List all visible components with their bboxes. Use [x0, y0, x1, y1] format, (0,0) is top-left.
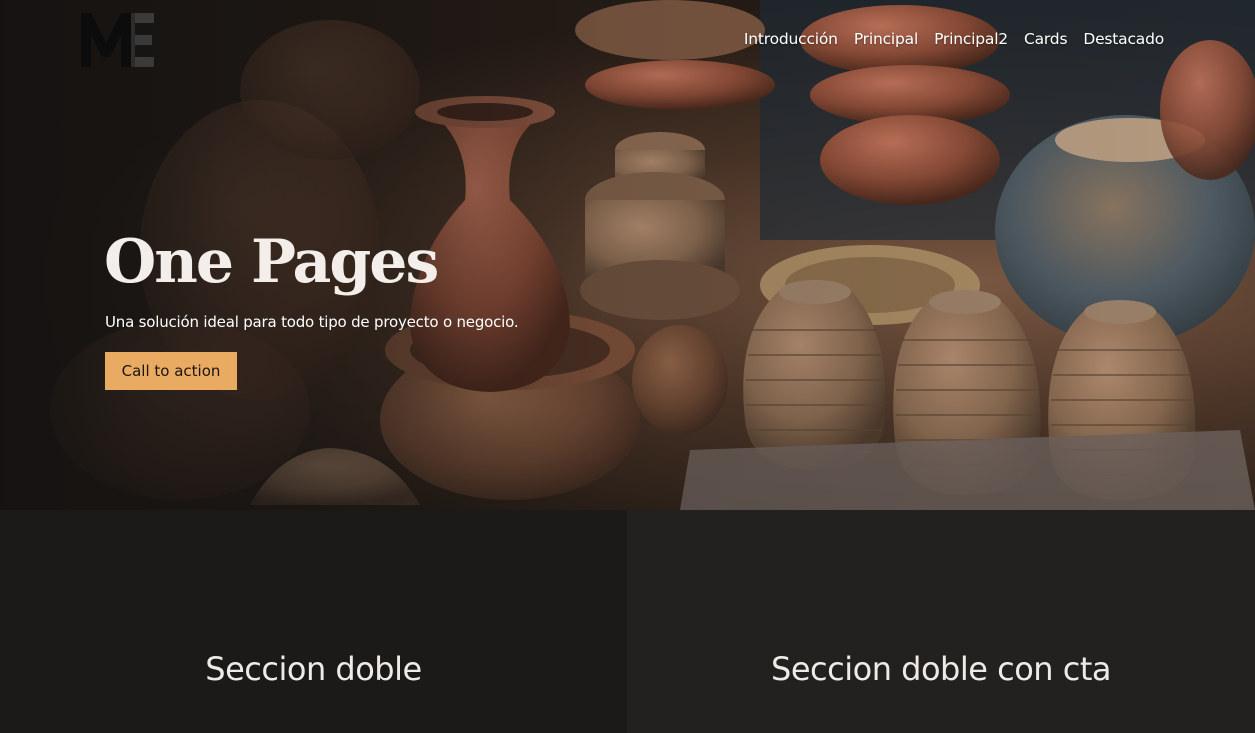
call-to-action-button[interactable]: Call to action [105, 352, 237, 390]
nav-item-destacado[interactable]: Destacado [1083, 28, 1164, 50]
nav-item-principal[interactable]: Principal [854, 28, 918, 50]
hero-subtitle: Una solución ideal para todo tipo de pro… [105, 313, 519, 331]
nav-item-cards[interactable]: Cards [1024, 28, 1068, 50]
brand-logo[interactable] [81, 13, 155, 67]
main-nav: Introducción Principal Principal2 Cards … [744, 28, 1164, 50]
double-section-left: Seccion doble [0, 510, 627, 733]
section-title-left: Seccion doble [205, 650, 422, 688]
nav-item-principal2[interactable]: Principal2 [934, 28, 1008, 50]
double-section: Seccion doble Seccion doble con cta [0, 510, 1255, 733]
section-title-right: Seccion doble con cta [771, 650, 1111, 688]
nav-item-introduccion[interactable]: Introducción [744, 28, 838, 50]
hero-section: Introducción Principal Principal2 Cards … [0, 0, 1255, 510]
hero-title: One Pages [104, 227, 439, 297]
double-section-right: Seccion doble con cta [627, 510, 1255, 733]
